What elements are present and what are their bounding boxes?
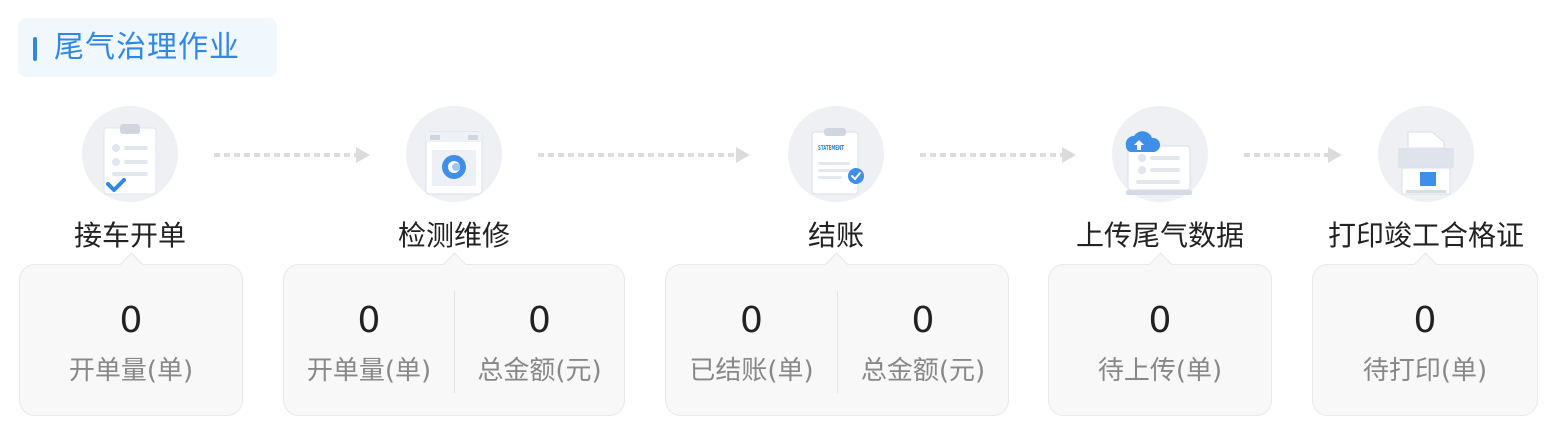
stat-label: 待打印(单) xyxy=(1362,356,1488,386)
step-label-print: 打印竣工合格证 xyxy=(1327,219,1524,252)
section-title: 尾气治理作业 xyxy=(54,30,240,65)
clipboard-check-icon xyxy=(82,106,178,202)
stat-value: 0 xyxy=(911,300,935,341)
step-label-inspection: 检测维修 xyxy=(397,219,510,252)
stat-card-inspection: 0 开单量(单) 0 总金额(元) xyxy=(283,252,625,416)
stat-value: 0 xyxy=(1413,300,1437,341)
stat-label: 总金额(元) xyxy=(477,356,602,386)
stat-amount: 0 总金额(元) xyxy=(838,265,1008,415)
statement-icon: STATEMENT xyxy=(788,106,884,202)
step-label-reception: 接车开单 xyxy=(73,219,186,252)
stat-amount: 0 总金额(元) xyxy=(455,265,624,415)
step-label-checkout: 结账 xyxy=(807,219,864,252)
flow-arrow-1 xyxy=(214,147,370,163)
stat-settled: 0 已结账(单) xyxy=(666,265,837,415)
stat-orders: 0 开单量(单) xyxy=(20,265,242,415)
printer-icon xyxy=(1378,106,1474,202)
stat-value: 0 xyxy=(357,300,381,341)
stat-orders: 0 开单量(单) xyxy=(284,265,454,415)
stat-pending-print: 0 待打印(单) xyxy=(1313,265,1537,415)
title-accent-bar xyxy=(33,37,37,61)
stat-label: 开单量(单) xyxy=(306,356,432,386)
stat-value: 0 xyxy=(1148,300,1172,341)
stat-value: 0 xyxy=(119,300,143,341)
stat-value: 0 xyxy=(740,300,763,341)
stat-card-checkout: 0 已结账(单) 0 总金额(元) xyxy=(665,252,1009,416)
stat-card-reception: 0 开单量(单) xyxy=(19,252,243,416)
inspection-machine-icon xyxy=(406,106,502,202)
stat-card-upload: 0 待上传(单) xyxy=(1048,252,1272,416)
stat-label: 开单量(单) xyxy=(68,356,194,386)
stat-pending-upload: 0 待上传(单) xyxy=(1049,265,1271,415)
stat-card-print: 0 待打印(单) xyxy=(1312,252,1538,416)
stat-value: 0 xyxy=(528,300,551,341)
statement-text: STATEMENT xyxy=(818,144,844,152)
flow-arrow-2 xyxy=(538,147,750,163)
stat-label: 总金额(元) xyxy=(860,356,986,386)
cloud-upload-icon xyxy=(1112,106,1208,202)
flow-arrow-4 xyxy=(1244,147,1342,163)
stat-label: 待上传(单) xyxy=(1097,356,1223,386)
stat-label: 已结账(单) xyxy=(689,356,814,386)
step-label-upload: 上传尾气数据 xyxy=(1075,219,1244,252)
flow-arrow-3 xyxy=(920,147,1076,163)
